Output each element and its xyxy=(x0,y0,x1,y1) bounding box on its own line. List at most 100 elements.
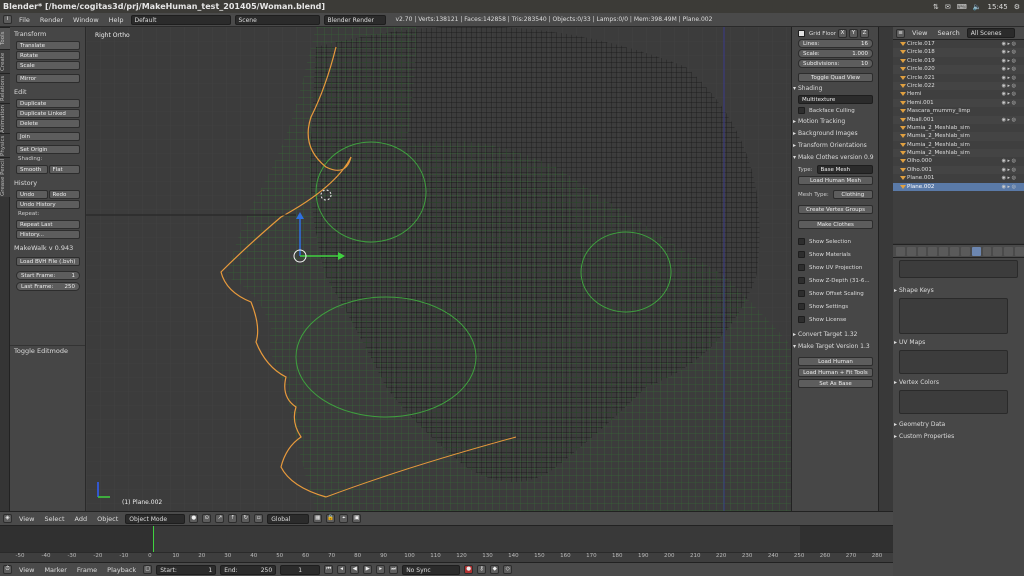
menu-file[interactable]: File xyxy=(16,16,33,24)
visibility-icons[interactable]: ◉ ▸ ◎ xyxy=(1002,157,1016,165)
constraints-tab-icon[interactable] xyxy=(950,246,959,256)
show-offset-scaling-checkbox[interactable] xyxy=(798,290,805,297)
visibility-icons[interactable]: ◉ ▸ ◎ xyxy=(1002,40,1016,48)
visibility-icons[interactable]: ◉ ▸ ◎ xyxy=(1002,116,1016,124)
view3d-menu-object[interactable]: Object xyxy=(94,515,121,523)
view3d-menu-view[interactable]: View xyxy=(16,515,37,523)
view3d-menu-add[interactable]: Add xyxy=(72,515,91,523)
show-z-depth-toggle[interactable]: Show Z-Depth (31-6... xyxy=(798,276,873,285)
outliner-scope-select[interactable]: All Scenes xyxy=(966,28,1015,38)
show-offset-scaling-toggle[interactable]: Show Offset Scaling xyxy=(798,289,873,298)
tab-tools[interactable]: Tools xyxy=(0,27,10,49)
grid-floor-checkbox[interactable] xyxy=(798,30,805,37)
motion-tracking-panel[interactable]: Motion Tracking xyxy=(792,117,878,127)
type-select[interactable]: Base Mesh xyxy=(816,165,873,174)
outliner-row-selected[interactable]: Plane.002 ◉ ▸ ◎ xyxy=(893,182,1024,192)
show-settings-checkbox[interactable] xyxy=(798,303,805,310)
mesh-type-button[interactable]: Clothing xyxy=(832,190,873,199)
object-tab-icon[interactable] xyxy=(939,246,949,256)
outliner-row[interactable]: Circle.021 ◉ ▸ ◎ xyxy=(893,74,1024,82)
create-vertex-groups-button[interactable]: Create Vertex Groups xyxy=(798,205,873,214)
timeline-menu-view[interactable]: View xyxy=(16,566,37,574)
lock-layers-icon[interactable]: 🔒 xyxy=(326,514,336,523)
show-materials-toggle[interactable]: Show Materials xyxy=(798,250,873,259)
power-icon[interactable]: ⚙ xyxy=(1014,3,1020,11)
vertex-colors-panel-header[interactable]: Vertex Colors xyxy=(893,378,1024,388)
axis-z-toggle[interactable]: Z xyxy=(859,29,869,38)
start-frame-field[interactable]: Start Frame: 1 xyxy=(16,271,80,280)
outliner-row[interactable]: Mumia_2_Meshlab_sim xyxy=(893,149,1024,158)
outliner-row[interactable]: Olho.001 ◉ ▸ ◎ xyxy=(893,165,1024,175)
visibility-icons[interactable]: ◉ ▸ ◎ xyxy=(1002,174,1016,182)
load-human-fit-tools-button[interactable]: Load Human + Fit Tools xyxy=(798,368,873,377)
backface-culling-toggle[interactable]: Backface Culling xyxy=(798,106,873,115)
tab-physics[interactable]: Physics xyxy=(0,133,10,157)
volume-icon[interactable]: 🔈 xyxy=(973,3,982,11)
material-tab-icon[interactable] xyxy=(982,246,992,256)
rotate-manipulator-icon[interactable]: ↻ xyxy=(241,514,251,523)
transform-orientation-select[interactable]: Global xyxy=(267,513,310,524)
jump-prev-key-icon[interactable]: ◂ xyxy=(337,565,347,574)
outliner-row[interactable]: Mascara_mummy_limp xyxy=(893,107,1024,115)
end-field[interactable]: End: 250 xyxy=(220,564,277,575)
timeline-menu-marker[interactable]: Marker xyxy=(41,566,69,574)
shading-panel-header[interactable]: Shading xyxy=(792,84,878,94)
render-tab-icon[interactable] xyxy=(896,246,905,256)
network-icon[interactable]: ⇅ xyxy=(933,3,939,11)
visibility-icons[interactable]: ◉ ▸ ◎ xyxy=(1002,166,1016,174)
makewalk-panel-header[interactable]: MakeWalk v 0.943 xyxy=(10,243,85,254)
show-selection-checkbox[interactable] xyxy=(798,238,805,245)
outliner-menu-view[interactable]: View xyxy=(909,29,930,37)
show-z-depth-checkbox[interactable] xyxy=(798,277,805,284)
undo-history-button[interactable]: Undo History xyxy=(16,200,80,209)
timeline-editor-icon[interactable]: ⏱ xyxy=(3,565,12,574)
outliner-row[interactable]: Circle.018 ◉ ▸ ◎ xyxy=(893,48,1024,57)
outliner-menu-search[interactable]: Search xyxy=(934,29,962,37)
last-frame-field[interactable]: Last Frame: 250 xyxy=(16,282,80,291)
subdivisions-field[interactable]: Subdivisions: 10 xyxy=(798,59,873,68)
mirror-button[interactable]: Mirror xyxy=(16,74,80,83)
show-license-checkbox[interactable] xyxy=(798,316,805,323)
duplicate-linked-button[interactable]: Duplicate Linked xyxy=(16,109,80,118)
delete-keyframe-icon[interactable]: ◇ xyxy=(503,565,513,574)
sync-mode-select[interactable]: No Sync xyxy=(402,564,461,575)
join-button[interactable]: Join xyxy=(16,132,80,141)
show-uv-projection-checkbox[interactable] xyxy=(798,264,805,271)
pivot-point-icon[interactable]: ⊙ xyxy=(202,514,212,523)
menu-window[interactable]: Window xyxy=(70,16,102,24)
make-clothes-button[interactable]: Make Clothes xyxy=(798,220,873,229)
visibility-icons[interactable]: ◉ ▸ ◎ xyxy=(1002,183,1016,191)
translate-button[interactable]: Translate xyxy=(16,41,80,50)
outliner-row[interactable]: Olho.000 ◉ ▸ ◎ xyxy=(893,157,1024,165)
custom-properties-panel[interactable]: Custom Properties xyxy=(893,432,1024,442)
editor-type-icon[interactable]: ◈ xyxy=(3,514,12,523)
scale-manipulator-icon[interactable]: ▫ xyxy=(254,514,264,523)
screen-layout-select[interactable]: Default xyxy=(130,14,231,25)
shading-mode-select[interactable]: Multitexture xyxy=(798,95,873,104)
show-materials-checkbox[interactable] xyxy=(798,251,805,258)
scale-button[interactable]: Scale xyxy=(16,61,80,70)
shape-keys-panel-header[interactable]: Shape Keys xyxy=(893,286,1024,296)
3d-viewport[interactable]: Right Ortho (1) Plane.002 xyxy=(86,27,792,511)
timeline-menu-playback[interactable]: Playback xyxy=(104,566,139,574)
interaction-mode-select[interactable]: Object Mode xyxy=(125,513,186,524)
outliner-row[interactable]: Mball.001 ◉ ▸ ◎ xyxy=(893,115,1024,124)
world-tab-icon[interactable] xyxy=(928,246,938,256)
layer-buttons-icon[interactable]: ▦ xyxy=(313,514,323,523)
transform-panel-header[interactable]: Transform xyxy=(10,29,85,40)
geometry-data-panel[interactable]: Geometry Data xyxy=(893,420,1024,430)
mail-icon[interactable]: ✉ xyxy=(945,3,951,11)
vertex-colors-list[interactable] xyxy=(899,390,1008,414)
tab-animation[interactable]: Animation xyxy=(0,103,10,133)
keying-set-icon[interactable]: ⚷ xyxy=(477,565,487,574)
undo-button[interactable]: Undo xyxy=(16,190,48,199)
show-uv-projection-toggle[interactable]: Show UV Projection xyxy=(798,263,873,272)
uv-maps-panel-header[interactable]: UV Maps xyxy=(893,338,1024,348)
lines-field[interactable]: Lines: 16 xyxy=(798,39,873,48)
transform-orientations-panel[interactable]: Transform Orientations xyxy=(792,141,878,151)
view3d-menu-select[interactable]: Select xyxy=(41,515,67,523)
load-human-mesh-button[interactable]: Load Human Mesh xyxy=(798,176,873,185)
background-images-panel[interactable]: Background Images xyxy=(792,129,878,139)
preview-range-icon[interactable]: ◻ xyxy=(143,565,153,574)
toggle-editmode-panel[interactable]: Toggle Editmode xyxy=(10,345,85,356)
